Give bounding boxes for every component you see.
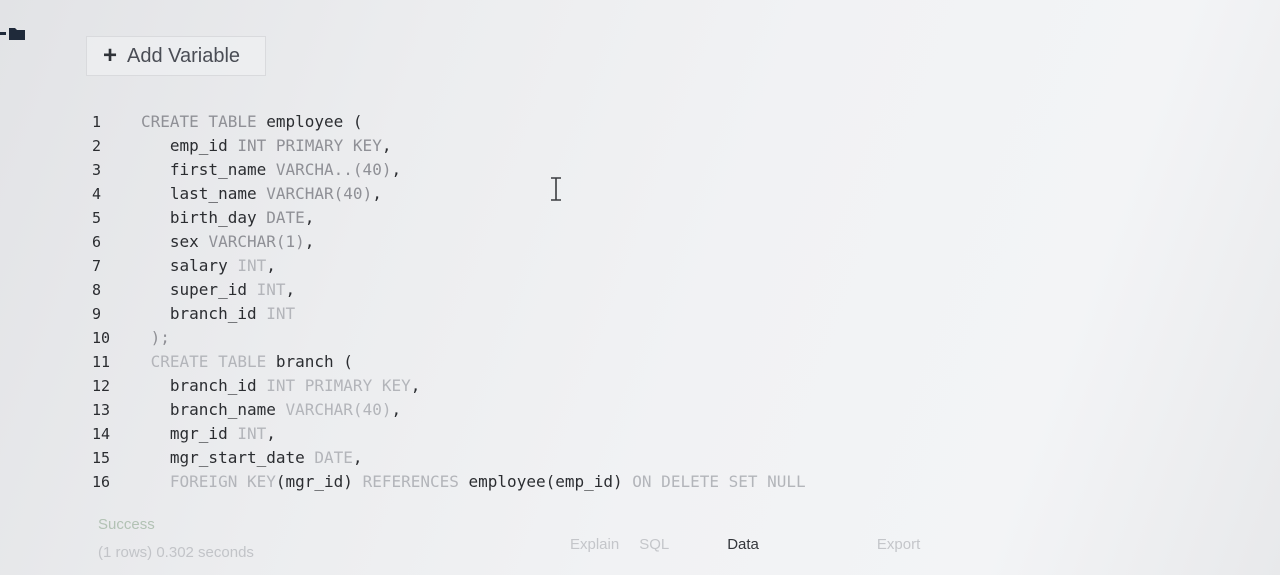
code-token: , [352,448,363,467]
code-token: ON DELETE SET NULL [632,472,806,491]
code-token: (mgr_id) [275,472,363,491]
line-number: 10 [92,329,111,347]
code-token: REFERENCES [362,472,459,491]
code-token: VARCHAR(1) [208,232,305,251]
code-token: FOREIGN KEY [141,472,276,491]
code-token: INT PRIMARY KEY [266,376,411,395]
add-variable-button[interactable]: + Add Variable [86,36,266,76]
code-token: INT [266,304,296,323]
line-number-gutter: 1 2 3 4 5 6 7 8 9 10 11 12 13 14 15 16 [86,110,126,494]
code-token: emp_id [141,136,238,155]
line-number: 4 [92,185,102,203]
code-line[interactable]: super_id INT, [141,278,806,302]
code-token: , [381,136,392,155]
code-token: , [266,424,276,443]
code-line[interactable]: mgr_id INT, [141,422,806,446]
line-number: 2 [92,137,102,155]
code-token: , [266,256,276,275]
code-token: ); [141,328,170,347]
code-line[interactable]: first_name VARCHA..(40), [141,158,806,182]
code-token: mgr_start_date [141,448,315,467]
code-line[interactable]: emp_id INT PRIMARY KEY, [141,134,806,158]
line-number: 12 [92,377,111,395]
line-number: 5 [92,209,102,227]
line-number: 8 [92,281,102,299]
code-token: first_name [141,160,276,179]
code-line[interactable]: CREATE TABLE employee ( [141,110,806,134]
code-token: branch ( [266,352,353,371]
code-line[interactable]: branch_id INT [141,302,806,326]
code-token: last_name [141,184,267,203]
add-variable-label: Add Variable [127,44,241,67]
code-token: VARCHA..(40) [275,160,392,179]
code-token: mgr_id [141,424,238,443]
code-token: VARCHAR(40) [266,184,373,203]
line-number: 13 [92,401,111,419]
code-token: DATE [266,208,305,227]
code-token: employee(emp_id) [458,472,633,491]
code-token: sex [141,232,209,251]
code-line[interactable]: FOREIGN KEY(mgr_id) REFERENCES employee(… [141,470,806,494]
line-number: 7 [92,257,102,275]
code-line[interactable]: branch_id INT PRIMARY KEY, [141,374,806,398]
code-token: CREATE TABLE [141,352,267,371]
code-area[interactable]: CREATE TABLE employee ( emp_id INT PRIMA… [141,110,806,494]
result-tabs: Explain SQL Data Export [560,532,930,556]
code-line[interactable]: ); [141,326,806,350]
status-result: Success [98,516,155,533]
plus-icon: + [103,42,118,69]
code-token: CREATE TABLE [141,112,257,131]
status-meta: (1 rows) 0.302 seconds [98,544,254,561]
code-token: , [391,160,402,179]
code-token: branch_id [141,304,267,323]
code-token: , [410,376,421,395]
code-token: INT PRIMARY KEY [237,136,382,155]
tab-export[interactable]: Export [867,534,930,555]
code-line[interactable]: salary INT, [141,254,806,278]
code-token: , [391,400,402,419]
line-number: 6 [92,233,102,251]
code-token: INT [256,280,286,299]
line-number: 11 [92,353,111,371]
code-token: super_id [141,280,257,299]
tab-explain[interactable]: Explain [560,534,629,555]
line-number: 3 [92,161,102,179]
text-cursor-icon [551,177,561,201]
line-number: 15 [92,449,111,467]
code-token: , [304,232,315,251]
sql-editor[interactable]: 1 2 3 4 5 6 7 8 9 10 11 12 13 14 15 16 CREATE TABLE emp… [86,110,866,494]
code-token: salary [141,256,238,275]
code-token: branch_id [141,376,267,395]
folder-icon[interactable] [0,27,26,41]
code-line[interactable]: last_name VARCHAR(40), [141,182,806,206]
code-line[interactable]: mgr_start_date DATE, [141,446,806,470]
code-token: employee ( [256,112,363,131]
line-number: 16 [92,473,111,491]
code-token: branch_name [141,400,286,419]
line-number: 1 [92,113,102,131]
tab-sql[interactable]: SQL [629,534,679,555]
line-number: 9 [92,305,102,323]
code-token: INT [237,256,267,275]
code-token: , [285,280,296,299]
code-line[interactable]: sex VARCHAR(1), [141,230,806,254]
code-token: , [372,184,382,203]
code-line[interactable]: CREATE TABLE branch ( [141,350,806,374]
code-line[interactable]: branch_name VARCHAR(40), [141,398,806,422]
code-token: birth_day [141,208,267,227]
code-token: DATE [314,448,353,467]
code-line[interactable]: birth_day DATE, [141,206,806,230]
line-number: 14 [92,425,111,443]
code-token: , [304,208,315,227]
code-token: INT [237,424,267,443]
tab-data[interactable]: Data [717,534,769,555]
code-token: VARCHAR(40) [285,400,392,419]
